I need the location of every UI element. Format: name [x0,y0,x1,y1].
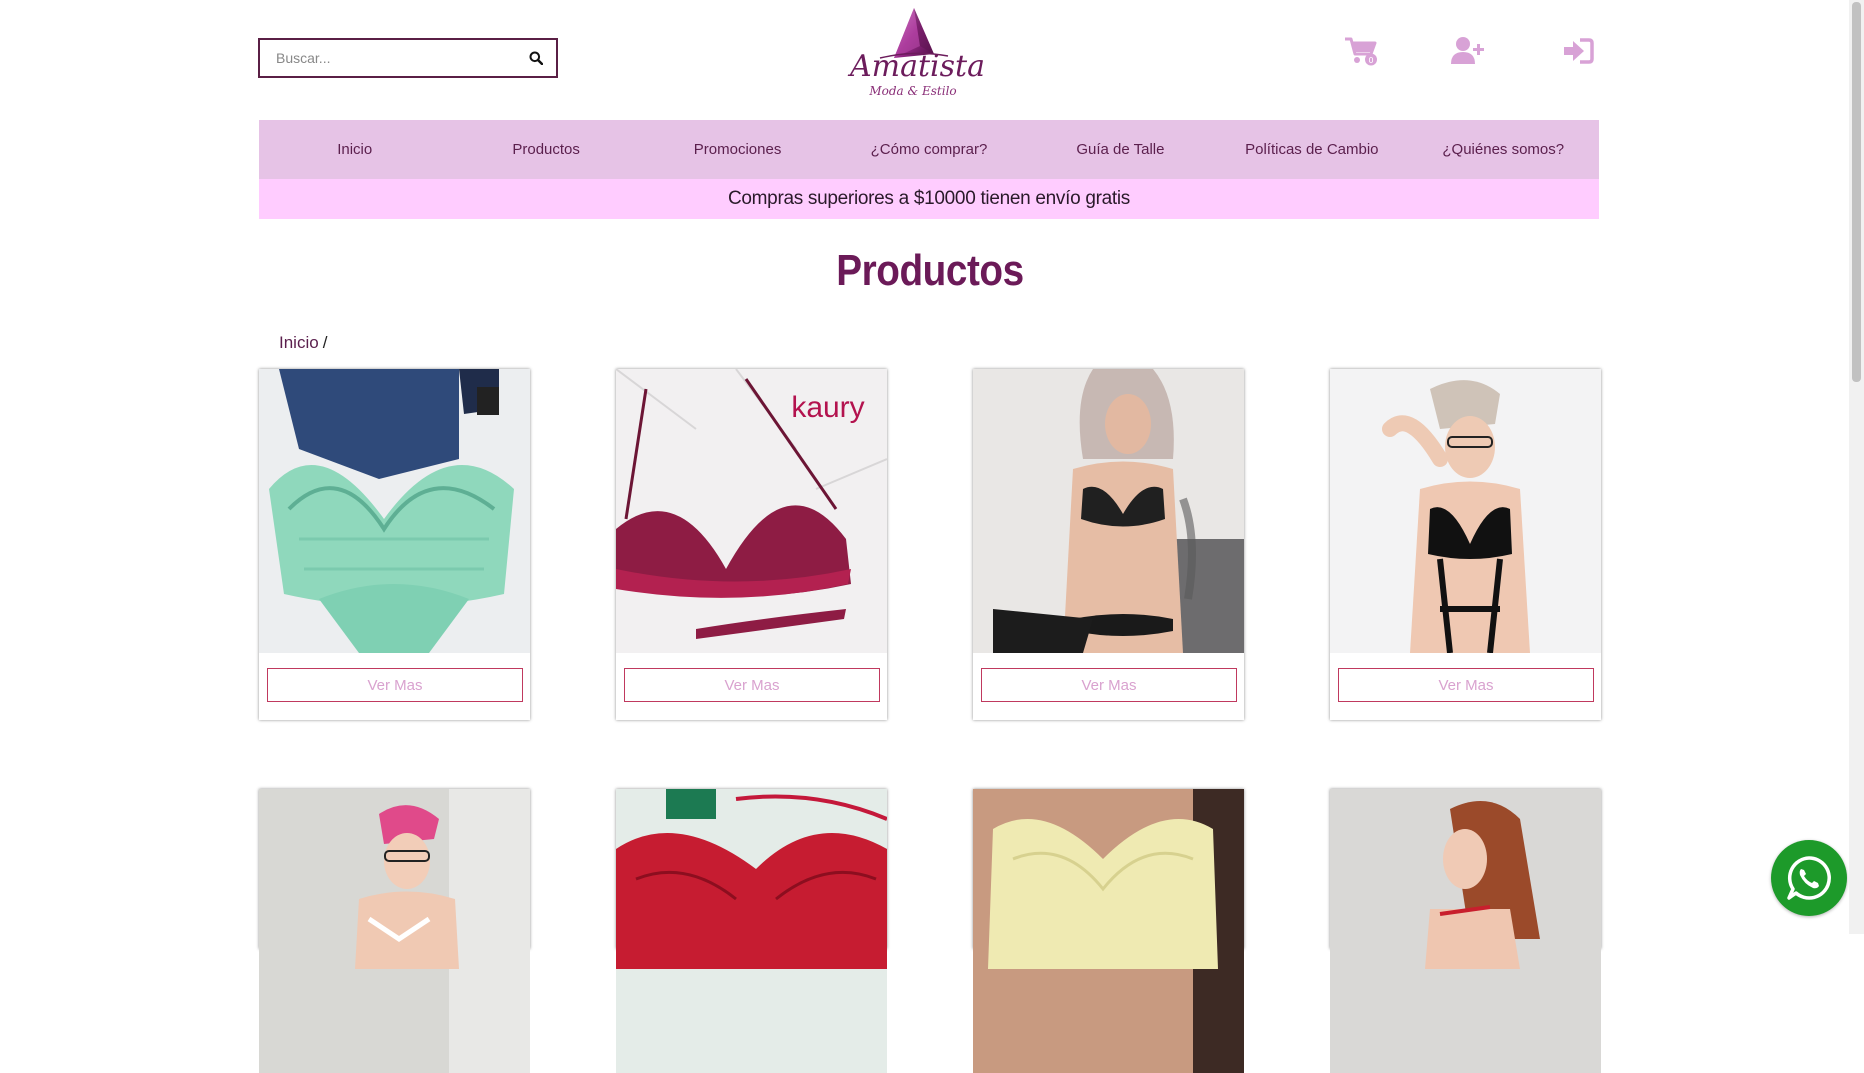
product-image[interactable] [259,369,530,653]
whatsapp-button[interactable] [1771,840,1847,916]
product-image[interactable]: kaury [616,369,887,653]
nav-productos[interactable]: Productos [450,141,641,158]
brand-overlay-text: kaury [791,391,864,424]
product-image[interactable] [973,369,1244,653]
search-bar [258,38,558,78]
product-card [1330,789,1601,1073]
page-title: Productos [836,246,1024,295]
scrollbar-thumb[interactable] [1852,2,1861,382]
search-icon[interactable] [516,40,556,76]
product-image[interactable] [259,789,530,1073]
ver-mas-button[interactable]: Ver Mas [981,668,1237,702]
whatsapp-icon [1787,856,1831,900]
ver-mas-button[interactable]: Ver Mas [624,668,880,702]
product-card [259,789,530,1073]
product-card: Ver Mas [1330,369,1601,720]
breadcrumb-home-link[interactable]: Inicio [279,333,319,352]
product-image[interactable] [1330,369,1601,653]
svg-text:0: 0 [1368,56,1373,65]
product-card: Ver Mas [973,369,1244,720]
page: Amatista Moda & Estilo 0 Inicio Producto… [0,0,1864,1073]
nav-quienes-somos[interactable]: ¿Quiénes somos? [1408,141,1599,158]
nav-como-comprar[interactable]: ¿Cómo comprar? [833,141,1024,158]
ver-mas-button[interactable]: Ver Mas [1338,668,1594,702]
sign-in-icon[interactable] [1562,36,1602,66]
promo-banner: Compras superiores a $10000 tienen envío… [259,179,1599,219]
nav-politicas-de-cambio[interactable]: Políticas de Cambio [1216,141,1407,158]
main-nav: Inicio Productos Promociones ¿Cómo compr… [259,120,1599,179]
logo[interactable]: Amatista Moda & Estilo [850,6,985,106]
product-card: kaury Ver Mas [616,369,887,720]
breadcrumb-separator: / [322,333,328,352]
product-card [616,789,887,1073]
cart-icon[interactable]: 0 [1344,36,1384,66]
nav-guia-de-talle[interactable]: Guía de Talle [1025,141,1216,158]
product-card [973,789,1244,1073]
product-card: Ver Mas [259,369,530,720]
logo-name: Amatista [850,49,985,84]
nav-inicio[interactable]: Inicio [259,141,450,158]
ver-mas-button[interactable]: Ver Mas [267,668,523,702]
search-input[interactable] [260,40,516,76]
user-plus-icon[interactable] [1450,36,1490,66]
nav-promociones[interactable]: Promociones [642,141,833,158]
product-image[interactable] [1330,789,1601,1073]
breadcrumb: Inicio / [279,333,327,353]
product-image[interactable] [973,789,1244,1073]
logo-tagline: Moda & Estilo [869,84,957,98]
product-image[interactable] [616,789,887,1073]
